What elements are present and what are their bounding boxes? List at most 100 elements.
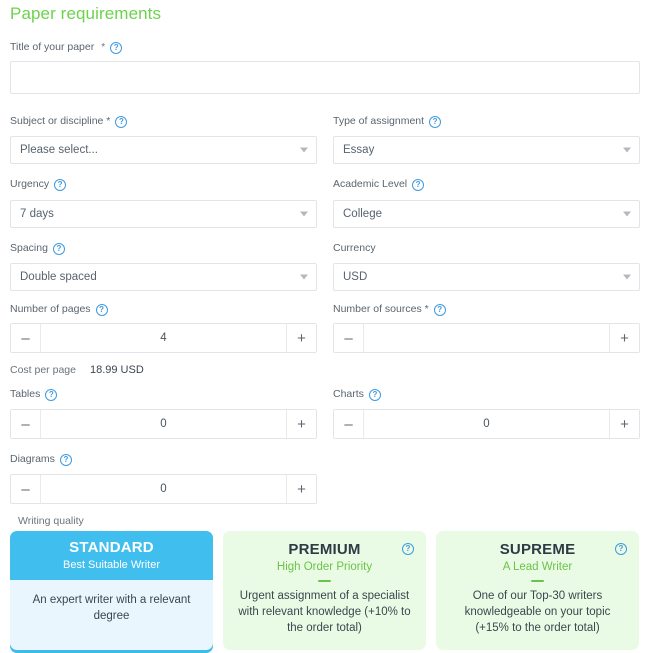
- help-icon[interactable]: ?: [429, 115, 442, 128]
- label-academic-level: Academic Level ?: [333, 178, 640, 191]
- subject-select[interactable]: Please select...: [10, 136, 317, 164]
- help-icon[interactable]: ?: [402, 543, 414, 555]
- increment-button[interactable]: +: [609, 410, 639, 438]
- help-icon[interactable]: ?: [95, 303, 108, 316]
- currency-select[interactable]: USD: [333, 263, 640, 291]
- card-title: SUPREME: [499, 541, 576, 558]
- label-currency: Currency: [333, 242, 640, 255]
- help-icon[interactable]: ?: [52, 242, 65, 255]
- writing-quality-card-standard[interactable]: STANDARD Best Suitable Writer An expert …: [10, 531, 213, 650]
- help-icon[interactable]: ?: [433, 303, 446, 316]
- required-asterisk: *: [101, 42, 106, 53]
- help-icon[interactable]: ?: [54, 178, 67, 191]
- label-text: Subject or discipline *: [10, 115, 111, 127]
- field-currency: Currency: [333, 242, 640, 255]
- tables-stepper[interactable]: – 0 +: [10, 409, 317, 439]
- urgency-value: 7 days: [20, 208, 54, 220]
- writing-quality-card-supreme[interactable]: ? SUPREME A Lead Writer One of our Top-3…: [436, 531, 639, 650]
- field-number-of-sources: Number of sources * ?: [333, 303, 640, 316]
- label-text: Academic Level: [333, 178, 408, 190]
- card-description: An expert writer with a relevant degree: [32, 594, 191, 622]
- card-subtitle: Best Suitable Writer: [62, 559, 160, 571]
- field-diagrams: Diagrams ?: [10, 453, 317, 466]
- field-type-of-assignment: Type of assignment ?: [333, 115, 640, 128]
- increment-button[interactable]: +: [286, 410, 316, 438]
- number-of-sources-value[interactable]: [364, 324, 609, 352]
- decrement-button[interactable]: –: [11, 324, 41, 352]
- help-icon[interactable]: ?: [368, 388, 381, 401]
- label-text: Number of sources *: [333, 303, 429, 315]
- tables-value[interactable]: 0: [41, 410, 286, 438]
- help-icon[interactable]: ?: [115, 115, 128, 128]
- label-subject: Subject or discipline * ?: [10, 115, 317, 128]
- cost-per-page-label: Cost per page: [10, 364, 76, 376]
- field-academic-level: Academic Level ?: [333, 178, 640, 191]
- number-of-pages-value[interactable]: 4: [41, 324, 286, 352]
- chevron-down-icon: [300, 211, 308, 217]
- chevron-down-icon: [623, 274, 631, 280]
- label-text: Diagrams: [10, 453, 55, 465]
- label-tables: Tables ?: [10, 388, 317, 401]
- academic-level-select[interactable]: College: [333, 200, 640, 228]
- card-description: Urgent assignment of a specialist with r…: [238, 590, 411, 634]
- increment-button[interactable]: +: [286, 324, 316, 352]
- charts-value[interactable]: 0: [364, 410, 609, 438]
- label-type-of-assignment: Type of assignment ?: [333, 115, 640, 128]
- paper-requirements-form: Paper requirements Title of your paper *…: [0, 0, 650, 653]
- charts-stepper[interactable]: – 0 +: [333, 409, 640, 439]
- diagrams-stepper[interactable]: – 0 +: [10, 474, 317, 504]
- field-number-of-pages: Number of pages ?: [10, 303, 317, 316]
- divider: [531, 580, 544, 582]
- number-of-pages-stepper[interactable]: – 4 +: [10, 323, 317, 353]
- type-of-assignment-value: Essay: [343, 144, 375, 156]
- type-of-assignment-select[interactable]: Essay: [333, 136, 640, 164]
- field-urgency: Urgency ?: [10, 178, 317, 191]
- spacing-select[interactable]: Double spaced: [10, 263, 317, 291]
- help-icon[interactable]: ?: [110, 41, 123, 54]
- decrement-button[interactable]: –: [334, 324, 364, 352]
- label-charts: Charts ?: [333, 388, 640, 401]
- label-text: Charts: [333, 388, 364, 400]
- help-icon[interactable]: ?: [45, 388, 58, 401]
- decrement-button[interactable]: –: [11, 410, 41, 438]
- field-tables: Tables ?: [10, 388, 317, 401]
- card-header: STANDARD Best Suitable Writer: [10, 531, 213, 580]
- number-of-sources-stepper[interactable]: – +: [333, 323, 640, 353]
- field-spacing: Spacing ?: [10, 242, 317, 255]
- label-urgency: Urgency ?: [10, 178, 317, 191]
- label-number-of-sources: Number of sources * ?: [333, 303, 640, 316]
- spacing-value: Double spaced: [20, 271, 97, 283]
- subject-select-value: Please select...: [20, 144, 98, 156]
- increment-button[interactable]: +: [609, 324, 639, 352]
- label-text: Number of pages: [10, 303, 91, 315]
- title-of-paper-input[interactable]: [10, 61, 640, 94]
- cost-per-page-value: 18.99 USD: [89, 364, 144, 376]
- help-icon[interactable]: ?: [615, 543, 627, 555]
- decrement-button[interactable]: –: [334, 410, 364, 438]
- card-subtitle: High Order Priority: [276, 561, 373, 573]
- label-text: Tables: [10, 388, 41, 400]
- increment-button[interactable]: +: [286, 475, 316, 503]
- label-text: Currency: [333, 242, 376, 254]
- help-icon[interactable]: ?: [59, 453, 72, 466]
- writing-quality-cards: STANDARD Best Suitable Writer An expert …: [10, 531, 640, 650]
- help-icon[interactable]: ?: [412, 178, 425, 191]
- currency-value: USD: [343, 271, 368, 283]
- urgency-select[interactable]: 7 days: [10, 200, 317, 228]
- label-title-of-paper: Title of your paper * ?: [10, 41, 640, 54]
- diagrams-value[interactable]: 0: [41, 475, 286, 503]
- chevron-down-icon: [300, 274, 308, 280]
- label-text: Type of assignment: [333, 115, 425, 127]
- decrement-button[interactable]: –: [11, 475, 41, 503]
- field-subject: Subject or discipline * ?: [10, 115, 317, 128]
- cost-per-page-row: Cost per page 18.99 USD: [10, 364, 144, 376]
- writing-quality-card-premium[interactable]: ? PREMIUM High Order Priority Urgent ass…: [223, 531, 426, 650]
- field-charts: Charts ?: [333, 388, 640, 401]
- chevron-down-icon: [623, 211, 631, 217]
- label-number-of-pages: Number of pages ?: [10, 303, 317, 316]
- field-title-of-paper: Title of your paper * ?: [10, 41, 640, 54]
- page-title: Paper requirements: [10, 4, 162, 23]
- card-subtitle: A Lead Writer: [502, 561, 573, 573]
- card-title: STANDARD: [69, 539, 154, 556]
- card-description: One of our Top-30 writers knowledgeable …: [464, 590, 611, 634]
